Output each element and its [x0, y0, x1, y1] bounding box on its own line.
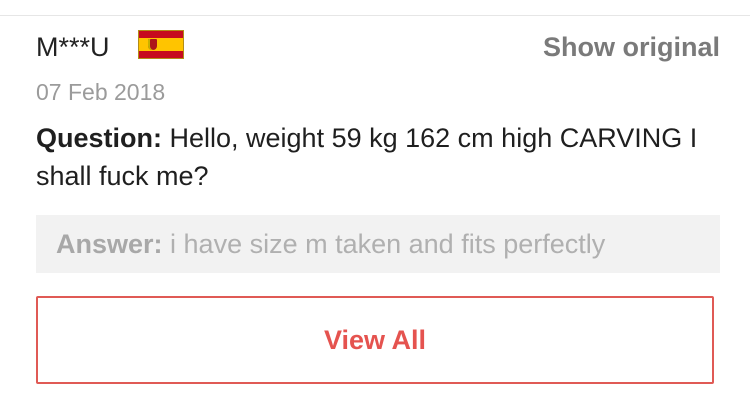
answer-box: Answer: i have size m taken and fits per…	[36, 215, 720, 273]
view-all-button[interactable]: View All	[36, 296, 714, 384]
show-original-button[interactable]: Show original	[543, 31, 720, 63]
answer-label: Answer:	[56, 229, 163, 259]
answer-body: i have size m taken and fits perfectly	[162, 229, 606, 259]
review-header: M***U Show original	[36, 28, 720, 64]
review-date: 07 Feb 2018	[36, 79, 166, 105]
spain-flag-icon	[138, 30, 184, 59]
flag-emblem	[148, 39, 157, 50]
question-label: Question:	[36, 123, 162, 153]
question-text: Question: Hello, weight 59 kg 162 cm hig…	[36, 119, 726, 195]
top-divider	[0, 15, 750, 16]
reviewer-name: M***U	[36, 32, 110, 62]
